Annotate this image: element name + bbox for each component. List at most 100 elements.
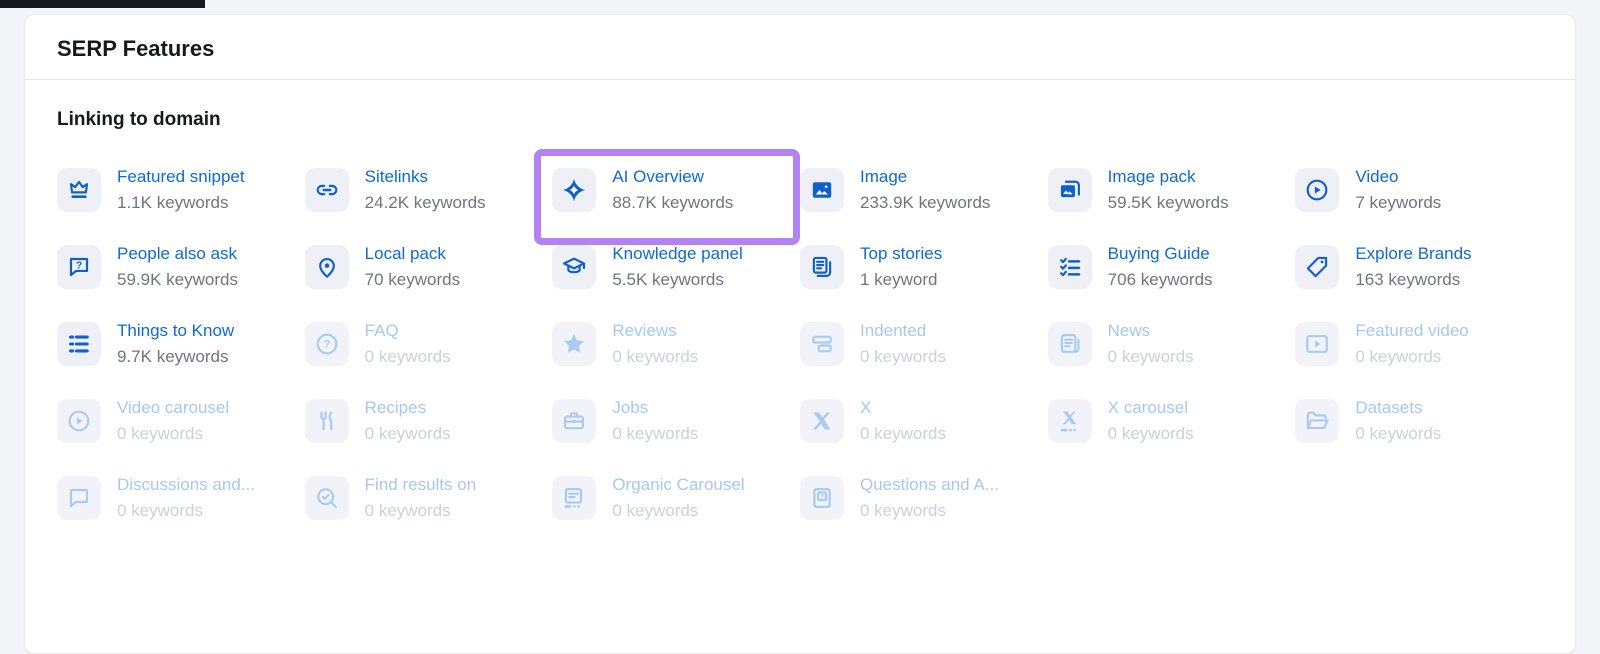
things-to-know-icon [57,322,101,366]
image-pack-icon [1048,168,1092,212]
serp-feature-keyword-count: 59.5K keywords [1108,190,1229,216]
section-heading-linking-to-domain: Linking to domain [57,107,1543,133]
serp-feature-link[interactable]: Knowledge panel [612,240,742,267]
feature-questions-and-answers: ? Questions and A... 0 keywords [800,471,1048,525]
feature-jobs: Jobs 0 keywords [552,394,800,448]
feature-news: News 0 keywords [1048,317,1296,371]
featured-video-icon [1295,322,1339,366]
serp-feature-keyword-count: 0 keywords [612,344,698,370]
serp-feature-link: Video carousel [117,394,229,421]
serp-feature-link[interactable]: Explore Brands [1355,240,1471,267]
serp-feature-link: Recipes [365,394,451,421]
serp-feature-keyword-count: 706 keywords [1108,267,1213,293]
serp-feature-link[interactable]: People also ask [117,240,238,267]
feature-discussions-and-forums: Discussions and... 0 keywords [57,471,305,525]
serp-feature-link: X [860,394,946,421]
serp-feature-link: X carousel [1108,394,1194,421]
serp-feature-link: News [1108,317,1194,344]
top-stories-icon [800,245,844,289]
find-results-on-icon [305,476,349,520]
feature-reviews: Reviews 0 keywords [552,317,800,371]
recipes-icon [305,399,349,443]
featured-snippet-icon [57,168,101,212]
serp-feature-keyword-count: 0 keywords [1108,344,1194,370]
serp-features-panel: SERP Features Linking to domain Featured… [24,14,1576,654]
serp-feature-link[interactable]: Featured snippet [117,163,245,190]
serp-feature-link[interactable]: Image [860,163,990,190]
panel-title: SERP Features [57,36,1543,62]
explore-brands-icon [1295,245,1339,289]
feature-video[interactable]: Video 7 keywords [1295,163,1543,217]
serp-feature-link[interactable]: Top stories [860,240,942,267]
serp-feature-link: Indented [860,317,946,344]
jobs-icon [552,399,596,443]
feature-recipes: Recipes 0 keywords [305,394,553,448]
serp-feature-link[interactable]: Things to Know [117,317,234,344]
serp-feature-keyword-count: 0 keywords [860,421,946,447]
questions-and-answers-icon: ? [800,476,844,520]
serp-feature-keyword-count: 0 keywords [365,344,451,370]
feature-image[interactable]: Image 233.9K keywords [800,163,1048,217]
datasets-icon [1295,399,1339,443]
serp-feature-keyword-count: 0 keywords [117,498,255,524]
feature-people-also-ask[interactable]: ? People also ask 59.9K keywords [57,240,305,294]
serp-feature-link[interactable]: Buying Guide [1108,240,1213,267]
serp-feature-link[interactable]: AI Overview [612,163,733,190]
serp-feature-link[interactable]: Local pack [365,240,460,267]
feature-local-pack[interactable]: Local pack 70 keywords [305,240,553,294]
faq-icon: ? [305,322,349,366]
svg-text:?: ? [820,492,825,501]
serp-feature-link: Find results on [365,471,477,498]
ai-overview-icon [552,168,596,212]
serp-feature-keyword-count: 88.7K keywords [612,190,733,216]
feature-top-stories[interactable]: Top stories 1 keyword [800,240,1048,294]
serp-feature-keyword-count: 0 keywords [860,498,999,524]
serp-feature-link: Discussions and... [117,471,255,498]
video-carousel-icon [57,399,101,443]
news-icon [1048,322,1092,366]
serp-feature-link[interactable]: Sitelinks [365,163,486,190]
serp-feature-keyword-count: 0 keywords [1108,421,1194,447]
feature-buying-guide[interactable]: Buying Guide 706 keywords [1048,240,1296,294]
people-also-ask-icon: ? [57,245,101,289]
serp-feature-keyword-count: 233.9K keywords [860,190,990,216]
svg-text:?: ? [76,261,82,272]
serp-feature-keyword-count: 0 keywords [1355,421,1441,447]
serp-feature-keyword-count: 9.7K keywords [117,344,234,370]
feature-things-to-know[interactable]: Things to Know 9.7K keywords [57,317,305,371]
serp-feature-keyword-count: 59.9K keywords [117,267,238,293]
serp-feature-link: Questions and A... [860,471,999,498]
discussions-and-forums-icon [57,476,101,520]
feature-find-results-on: Find results on 0 keywords [305,471,553,525]
serp-feature-keyword-count: 24.2K keywords [365,190,486,216]
feature-x: X 0 keywords [800,394,1048,448]
serp-feature-keyword-count: 7 keywords [1355,190,1441,216]
serp-feature-link: FAQ [365,317,451,344]
video-icon [1295,168,1339,212]
serp-feature-keyword-count: 0 keywords [117,421,229,447]
feature-indented: Indented 0 keywords [800,317,1048,371]
serp-feature-keyword-count: 0 keywords [860,344,946,370]
serp-feature-keyword-count: 1 keyword [860,267,942,293]
feature-image-pack[interactable]: Image pack 59.5K keywords [1048,163,1296,217]
feature-featured-snippet[interactable]: Featured snippet 1.1K keywords [57,163,305,217]
image-icon [800,168,844,212]
serp-features-grid: Featured snippet 1.1K keywords Sitelinks… [57,163,1543,525]
serp-feature-keyword-count: 0 keywords [365,421,451,447]
feature-video-carousel: Video carousel 0 keywords [57,394,305,448]
feature-sitelinks[interactable]: Sitelinks 24.2K keywords [305,163,553,217]
feature-featured-video: Featured video 0 keywords [1295,317,1543,371]
x-icon [800,399,844,443]
feature-explore-brands[interactable]: Explore Brands 163 keywords [1295,240,1543,294]
serp-feature-link[interactable]: Image pack [1108,163,1229,190]
reviews-icon [552,322,596,366]
feature-organic-carousel: Organic Carousel 0 keywords [552,471,800,525]
serp-feature-keyword-count: 0 keywords [1355,344,1468,370]
buying-guide-icon [1048,245,1092,289]
feature-knowledge-panel[interactable]: Knowledge panel 5.5K keywords [552,240,800,294]
serp-feature-link[interactable]: Video [1355,163,1441,190]
feature-ai-overview[interactable]: AI Overview 88.7K keywords [552,163,800,217]
serp-feature-keyword-count: 0 keywords [365,498,477,524]
serp-feature-keyword-count: 1.1K keywords [117,190,245,216]
serp-feature-link: Featured video [1355,317,1468,344]
